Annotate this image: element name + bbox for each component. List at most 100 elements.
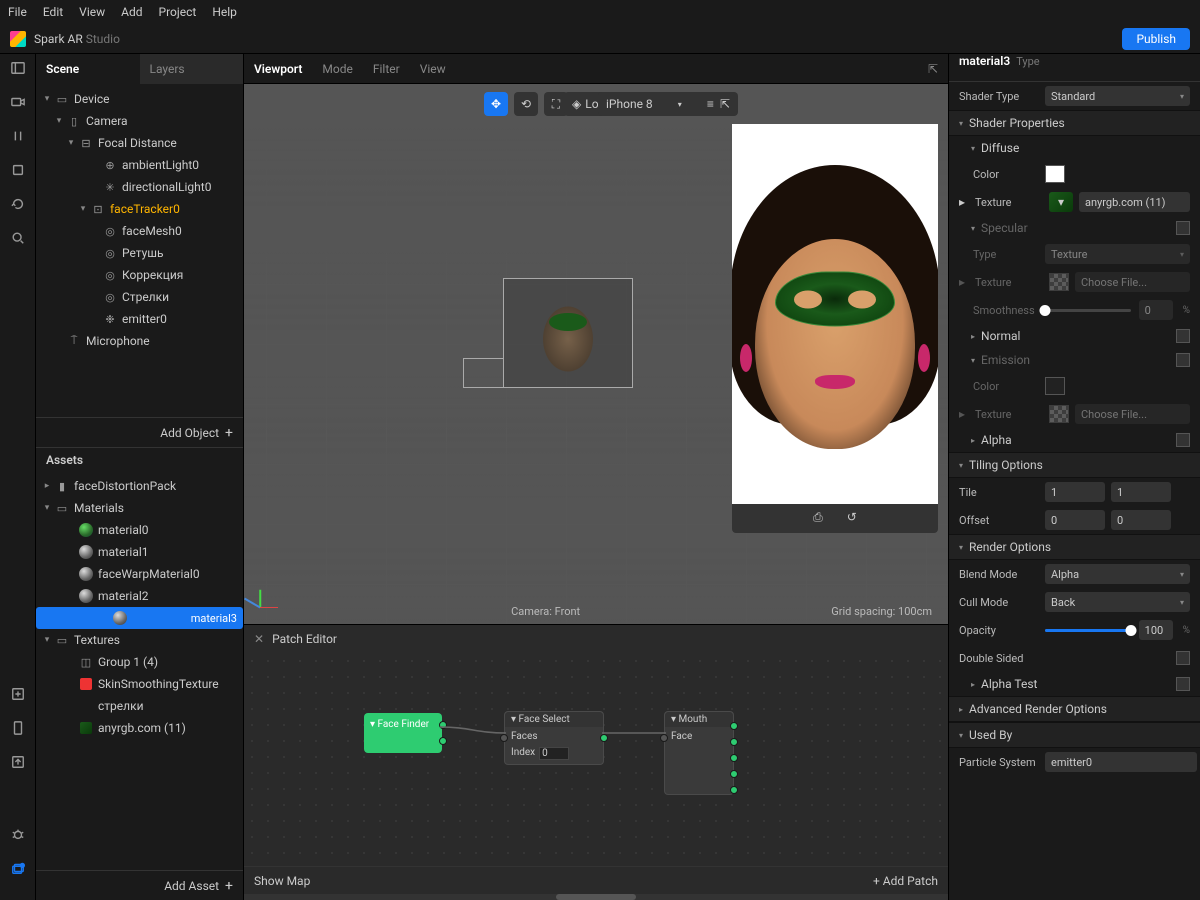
show-map-button[interactable]: Show Map <box>254 874 310 888</box>
menu-file[interactable]: File <box>8 5 27 19</box>
specular-type-select[interactable]: Texture▾ <box>1045 244 1190 264</box>
tab-viewport[interactable]: Viewport <box>254 62 302 76</box>
axis-gizmo[interactable] <box>260 578 290 608</box>
tree-item-material2[interactable]: material2 <box>36 585 243 607</box>
smoothness-input[interactable] <box>1139 300 1173 320</box>
menu-edit[interactable]: Edit <box>43 5 63 19</box>
specular-checkbox[interactable] <box>1176 221 1190 235</box>
move-tool-button[interactable]: ✥ <box>484 92 508 116</box>
patch-canvas[interactable]: ▾ Face Finder ▾ Face Select Faces Index … <box>244 653 948 866</box>
double-sided-checkbox[interactable] <box>1176 651 1190 665</box>
tree-item-textures[interactable]: ▾▭Textures <box>36 629 243 651</box>
tree-item-directionallight0[interactable]: ✳directionalLight0 <box>36 176 243 198</box>
alpha-checkbox[interactable] <box>1176 433 1190 447</box>
publish-button[interactable]: Publish <box>1122 28 1190 50</box>
offset-y-input[interactable] <box>1111 510 1171 530</box>
node-face-select[interactable]: ▾ Face Select Faces Index <box>504 711 604 765</box>
add-object-button[interactable]: Add Object+ <box>36 417 243 447</box>
diffuse-color-swatch[interactable] <box>1045 165 1065 183</box>
tab-layers[interactable]: Layers <box>140 54 244 84</box>
tile-x-input[interactable] <box>1045 482 1105 502</box>
pause-icon[interactable] <box>10 128 26 144</box>
particle-system-field[interactable] <box>1045 752 1197 772</box>
diffuse-texture-icon[interactable]: ▾ <box>1049 192 1073 212</box>
menu-add[interactable]: Add <box>121 5 142 19</box>
device-icon[interactable] <box>10 720 26 736</box>
tree-item-materials[interactable]: ▾▭Materials <box>36 497 243 519</box>
viewport-3d[interactable]: ✥ ⟲ ⛶ ◈ Local ⊡ Pivot iPhone 8▾ ≡ ⇱ ⎙ <box>244 84 948 624</box>
patch-scrollbar[interactable] <box>244 894 948 900</box>
specular-texture-swatch[interactable] <box>1049 273 1069 291</box>
add-square-icon[interactable] <box>10 686 26 702</box>
tab-scene[interactable]: Scene <box>36 54 140 84</box>
bug-icon[interactable] <box>10 826 26 842</box>
tree-item-skinsmoothingtexture[interactable]: SkinSmoothingTexture <box>36 673 243 695</box>
offset-x-input[interactable] <box>1045 510 1105 530</box>
subsection-emission[interactable]: ▾Emission <box>949 348 1200 372</box>
subsection-specular[interactable]: ▾Specular <box>949 216 1200 240</box>
shader-type-select[interactable]: Standard▾ <box>1045 86 1190 106</box>
video-icon[interactable] <box>10 94 26 110</box>
alpha-test-checkbox[interactable] <box>1176 677 1190 691</box>
section-tiling[interactable]: ▾Tiling Options <box>949 452 1200 478</box>
tree-item-facemesh0[interactable]: ◎faceMesh0 <box>36 220 243 242</box>
popout-preview-icon[interactable]: ⇱ <box>720 97 730 111</box>
normal-checkbox[interactable] <box>1176 329 1190 343</box>
menu-view[interactable]: View <box>79 5 105 19</box>
tree-item-facewarpmaterial0[interactable]: faceWarpMaterial0 <box>36 563 243 585</box>
tree-item-facedistortionpack[interactable]: ▸▮faceDistortionPack <box>36 475 243 497</box>
tree-item-material1[interactable]: material1 <box>36 541 243 563</box>
tree-item-device[interactable]: ▾▭Device <box>36 88 243 110</box>
tree-item-стрелки[interactable]: ◎Стрелки <box>36 286 243 308</box>
popout-icon[interactable]: ⇱ <box>928 62 938 76</box>
tab-mode[interactable]: Mode <box>322 62 352 76</box>
tab-view[interactable]: View <box>420 62 446 76</box>
restart-icon[interactable]: ↺ <box>847 510 857 525</box>
add-asset-button[interactable]: Add Asset+ <box>36 870 243 900</box>
capture-icon[interactable]: ⎙ <box>813 510 823 525</box>
emission-texture-select[interactable]: Choose File... <box>1075 404 1190 424</box>
tab-filter[interactable]: Filter <box>373 62 400 76</box>
tree-item-ретушь[interactable]: ◎Ретушь <box>36 242 243 264</box>
tree-item-camera[interactable]: ▾▯Camera <box>36 110 243 132</box>
tree-item-emitter0[interactable]: ❉emitter0 <box>36 308 243 330</box>
diffuse-texture-select[interactable]: anyrgb.com (11) <box>1079 192 1190 212</box>
section-shader-properties[interactable]: ▾Shader Properties <box>949 110 1200 136</box>
opacity-slider[interactable] <box>1045 629 1131 632</box>
tree-item-anyrgb.com-(11)[interactable]: anyrgb.com (11) <box>36 717 243 739</box>
menu-project[interactable]: Project <box>159 5 197 19</box>
subsection-alpha[interactable]: ▸Alpha <box>949 428 1200 452</box>
section-advanced[interactable]: ▸Advanced Render Options <box>949 696 1200 722</box>
tree-item-коррекция[interactable]: ◎Коррекция <box>36 264 243 286</box>
close-patch-icon[interactable]: ✕ <box>254 632 264 646</box>
subsection-diffuse[interactable]: ▾Diffuse <box>949 136 1200 160</box>
emission-checkbox[interactable] <box>1176 353 1190 367</box>
emission-color-swatch[interactable] <box>1045 377 1065 395</box>
rotate-tool-button[interactable]: ⟲ <box>514 92 538 116</box>
library-icon[interactable] <box>10 860 26 876</box>
tree-item-group-1-(4)[interactable]: ◫Group 1 (4) <box>36 651 243 673</box>
device-selector[interactable]: iPhone 8▾ ≡ ⇱ <box>598 92 738 116</box>
search-icon[interactable] <box>10 230 26 246</box>
subsection-normal[interactable]: ▸Normal <box>949 324 1200 348</box>
tree-item-material0[interactable]: material0 <box>36 519 243 541</box>
tree-item-ambientlight0[interactable]: ⊕ambientLight0 <box>36 154 243 176</box>
opacity-input[interactable] <box>1139 620 1173 640</box>
layout-icon[interactable] <box>10 60 26 76</box>
node-mouth[interactable]: ▾ Mouth Face <box>664 711 734 795</box>
specular-texture-select[interactable]: Choose File... <box>1075 272 1190 292</box>
add-patch-button[interactable]: + Add Patch <box>873 874 938 888</box>
tree-item-microphone[interactable]: ⍑Microphone <box>36 330 243 352</box>
smoothness-slider[interactable] <box>1045 309 1131 312</box>
tree-item-focal-distance[interactable]: ▾⊟Focal Distance <box>36 132 243 154</box>
export-icon[interactable] <box>10 754 26 770</box>
stop-icon[interactable] <box>10 162 26 178</box>
section-render[interactable]: ▾Render Options <box>949 534 1200 560</box>
subsection-alpha-test[interactable]: ▸Alpha Test <box>949 672 1200 696</box>
cull-mode-select[interactable]: Back▾ <box>1045 592 1190 612</box>
face-index-input[interactable] <box>539 747 569 760</box>
tree-item-material3[interactable]: material3 <box>36 607 243 629</box>
tile-y-input[interactable] <box>1111 482 1171 502</box>
tree-item-стрелки[interactable]: стрелки <box>36 695 243 717</box>
menu-help[interactable]: Help <box>212 5 237 19</box>
